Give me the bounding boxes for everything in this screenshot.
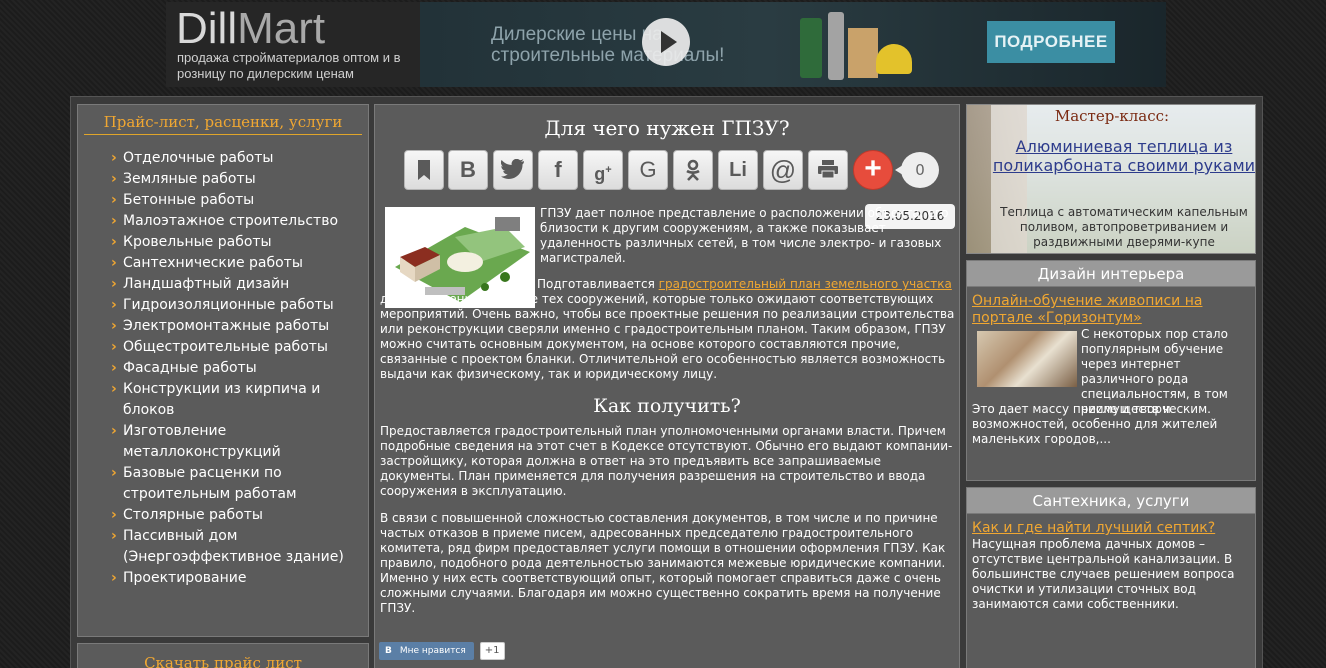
mail-icon[interactable]: @ [763,150,803,190]
banner-promo-text: Дилерские цены на строительные материалы… [491,24,725,66]
design-text-bottom: Это дает массу преимуществ и возможносте… [972,402,1218,446]
menu-item[interactable]: Земляные работы [111,169,348,190]
menu-item[interactable]: Кровельные работы [111,232,348,253]
bookmark-icon[interactable] [404,150,444,190]
print-icon[interactable] [808,150,848,190]
googleplus-icon[interactable]: g+ [583,150,623,190]
menu-item[interactable]: Изготовление металлоконструкций [111,421,323,463]
linkedin-icon[interactable]: Li [718,150,758,190]
plumbing-heading: Сантехника, услуги [967,488,1255,514]
plumbing-widget: Сантехника, услуги Как и где найти лучши… [966,487,1256,668]
share-counter: 0 [895,152,939,188]
services-menu: Отделочные работы Земляные работы Бетонн… [78,148,368,589]
price-list-sidebar: Прайс-лист, расценки, услуги Отделочные … [77,104,369,637]
interior-design-heading: Дизайн интерьера [967,261,1255,287]
menu-item[interactable]: Пассивный дом (Энергоэффективное здание) [111,526,348,568]
vk-like-label: Мне нравится [399,646,466,656]
article-subtitle: Как получить? [593,395,741,417]
master-class-label: Мастер-класс: [1054,107,1170,125]
painting-image[interactable] [977,331,1077,387]
menu-item[interactable]: Столярные работы [111,505,348,526]
banner-logo-area: DillMart продажа стройматериалов оптом и… [166,2,420,87]
menu-item[interactable]: Сантехнические работы [111,253,348,274]
article-paragraph-4: В связи с повышенной сложностью составле… [380,511,946,615]
septic-link[interactable]: Как и где найти лучший септик? [972,520,1252,537]
sidebar-heading: Прайс-лист, расценки, услуги [84,113,362,135]
vk-like-button[interactable]: B Мне нравится [379,642,474,660]
article-title: Для чего нужен ГПЗУ? [544,116,790,140]
vk-icon[interactable]: B [448,150,488,190]
plus-icon[interactable]: + [853,150,893,190]
painting-course-link[interactable]: Онлайн-обучение живописи на портале «Гор… [972,293,1252,327]
article-paragraph-3: Предоставляется градостроительный план у… [380,424,953,498]
article-paragraph-1: ГПЗУ дает полное представление о располо… [540,206,949,265]
menu-item[interactable]: Ландшафтный дизайн [111,274,348,295]
article-paragraph-2: Подготавливается градостроительный план … [380,277,955,382]
master-class-widget[interactable]: Мастер-класс: Алюминиевая теплица из пол… [966,104,1256,254]
banner-tagline: продажа стройматериалов оптом и в розниц… [177,50,401,81]
menu-item[interactable]: Фасадные работы [111,358,348,379]
play-icon[interactable] [642,18,690,66]
interior-design-widget: Дизайн интерьера Онлайн-обучение живопис… [966,260,1256,481]
google-icon[interactable]: G [628,150,668,190]
menu-item[interactable]: Базовые расценки по строительным работам [111,463,323,505]
vk-icon: B [385,646,392,656]
plumbing-text: Насущная проблема дачных домов – отсутст… [972,537,1235,611]
menu-item[interactable]: Гидроизоляционные работы [111,295,348,316]
dillmart-logo: DillMart [176,4,326,53]
vk-like-widget: B Мне нравится +1 [379,642,505,660]
tools-image [796,8,916,84]
master-class-desc: Теплица с автоматическим капельным полив… [1000,205,1248,249]
twitter-icon[interactable] [493,150,533,190]
top-banner-ad[interactable]: DillMart продажа стройматериалов оптом и… [166,2,1166,87]
download-panel: Скачать прайс лист [77,643,369,668]
vk-like-count: +1 [479,642,505,660]
menu-item[interactable]: Бетонные работы [111,190,348,211]
facebook-icon[interactable]: f [538,150,578,190]
download-price-link[interactable]: Скачать прайс лист [78,654,368,668]
banner-more-button[interactable]: ПОДРОБНЕЕ [987,21,1115,63]
p2-text-start: Подготавливается [537,277,655,291]
menu-item[interactable]: Проектирование [111,568,348,589]
master-class-title-link[interactable]: Алюминиевая теплица из поликарбоната сво… [991,137,1255,175]
menu-item[interactable]: Малоэтажное строительство [111,211,348,232]
menu-item[interactable]: Электромонтажные работы [111,316,348,337]
menu-item[interactable]: Отделочные работы [111,148,348,169]
menu-item[interactable]: Общестроительные работы [111,337,348,358]
gpzu-link[interactable]: градостроительный план земельного участк… [659,277,952,291]
odnoklassniki-icon[interactable] [673,150,713,190]
p2-text-end: для застроенных или же тех сооружений, к… [380,292,955,381]
menu-item[interactable]: Конструкции из кирпича и блоков [111,379,323,421]
